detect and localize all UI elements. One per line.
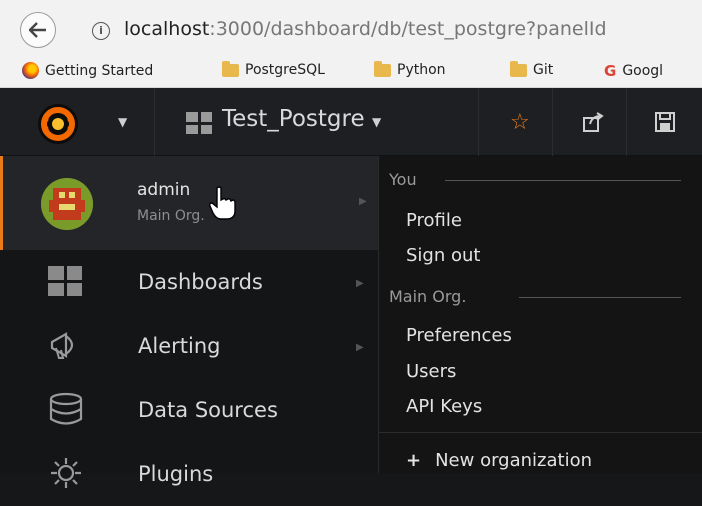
- site-info-icon[interactable]: i: [92, 22, 110, 40]
- bookmark-label: Getting Started: [45, 62, 154, 79]
- profile-name: admin: [137, 180, 191, 200]
- bookmark-git[interactable]: Git: [510, 60, 554, 78]
- nav-divider: [478, 88, 479, 156]
- section-rule: [519, 297, 681, 298]
- side-menu: admin Main Org. ▶ Dashboards ▶ Alerting …: [0, 156, 378, 488]
- google-icon: G: [604, 62, 617, 80]
- menu-item-new-organization[interactable]: + New organization: [406, 450, 592, 471]
- sidemenu-item-alerting[interactable]: Alerting ▶: [0, 314, 378, 378]
- back-arrow-icon: [29, 22, 46, 38]
- profile-dropdown: You Profile Sign out Main Org. Preferenc…: [378, 156, 702, 473]
- submenu-arrow-icon: ▶: [359, 196, 367, 207]
- profile-menu-item[interactable]: admin Main Org. ▶: [0, 156, 378, 250]
- url-field[interactable]: localhost:3000/dashboard/db/test_postgre…: [124, 18, 607, 40]
- url-host: localhost: [124, 18, 210, 40]
- plus-icon: +: [406, 450, 422, 471]
- share-icon[interactable]: [583, 112, 605, 132]
- save-icon[interactable]: [655, 112, 675, 132]
- menu-item-users[interactable]: Users: [406, 361, 456, 382]
- bookmark-label: Python: [397, 62, 446, 78]
- chevron-down-icon: ▼: [371, 115, 382, 129]
- folder-icon: [222, 60, 239, 77]
- profile-org: Main Org.: [137, 208, 205, 224]
- dashboard-title-dropdown[interactable]: Test_Postgre ▼: [222, 106, 381, 132]
- bookmarks-bar: Getting Started PostgreSQL Python Git G …: [0, 58, 702, 88]
- dashboard-grid-icon: [186, 112, 212, 134]
- bookmark-label: PostgreSQL: [245, 62, 325, 78]
- dashboard-title: Test_Postgre: [222, 106, 365, 132]
- folder-icon: [510, 60, 527, 77]
- bookmark-python[interactable]: Python: [374, 60, 446, 78]
- bookmark-postgresql[interactable]: PostgreSQL: [222, 60, 325, 78]
- bookmark-label: Git: [533, 62, 554, 78]
- url-path: :3000/dashboard/db/test_postgre?panelId: [209, 18, 607, 40]
- back-button[interactable]: [20, 12, 56, 48]
- avatar: [41, 178, 93, 230]
- new-organization-label: New organization: [435, 450, 592, 471]
- bookmark-label: Googl: [622, 63, 664, 79]
- grafana-logo-icon[interactable]: [38, 104, 78, 144]
- firefox-icon: [22, 62, 39, 79]
- sidemenu-item-label: Alerting: [138, 334, 221, 358]
- browser-address-bar: i localhost:3000/dashboard/db/test_postg…: [0, 0, 702, 58]
- star-icon[interactable]: ☆: [510, 110, 530, 135]
- menu-item-api-keys[interactable]: API Keys: [406, 396, 482, 417]
- logo-caret-icon[interactable]: ▼: [118, 115, 127, 129]
- dropdown-divider: [379, 432, 702, 433]
- sidemenu-item-plugins[interactable]: Plugins: [0, 442, 378, 506]
- bookmark-google[interactable]: G Googl: [604, 62, 663, 80]
- nav-divider: [154, 88, 155, 156]
- submenu-arrow-icon: ▶: [356, 342, 364, 353]
- sidemenu-item-label: Plugins: [138, 462, 214, 486]
- menu-item-preferences[interactable]: Preferences: [406, 325, 512, 346]
- sidemenu-item-data-sources[interactable]: Data Sources: [0, 378, 378, 442]
- folder-icon: [374, 60, 391, 77]
- section-rule: [445, 180, 681, 181]
- nav-divider: [552, 88, 553, 156]
- sidemenu-item-dashboards[interactable]: Dashboards ▶: [0, 250, 378, 314]
- sidemenu-item-label: Data Sources: [138, 398, 278, 422]
- bell-icon: [50, 332, 74, 359]
- plugins-icon: [51, 458, 81, 488]
- bookmark-getting-started[interactable]: Getting Started: [22, 62, 153, 79]
- section-heading-you: You: [389, 170, 417, 189]
- menu-item-profile[interactable]: Profile: [406, 210, 462, 231]
- sidemenu-item-label: Dashboards: [138, 270, 263, 294]
- dashboards-icon: [48, 266, 82, 296]
- hand-cursor-icon: [209, 186, 236, 220]
- database-icon: [49, 392, 83, 425]
- submenu-arrow-icon: ▶: [356, 278, 364, 289]
- section-heading-org: Main Org.: [389, 287, 467, 306]
- nav-divider: [626, 88, 627, 156]
- menu-item-sign-out[interactable]: Sign out: [406, 245, 480, 266]
- top-navbar: ▼ Test_Postgre ▼ ☆: [0, 88, 702, 156]
